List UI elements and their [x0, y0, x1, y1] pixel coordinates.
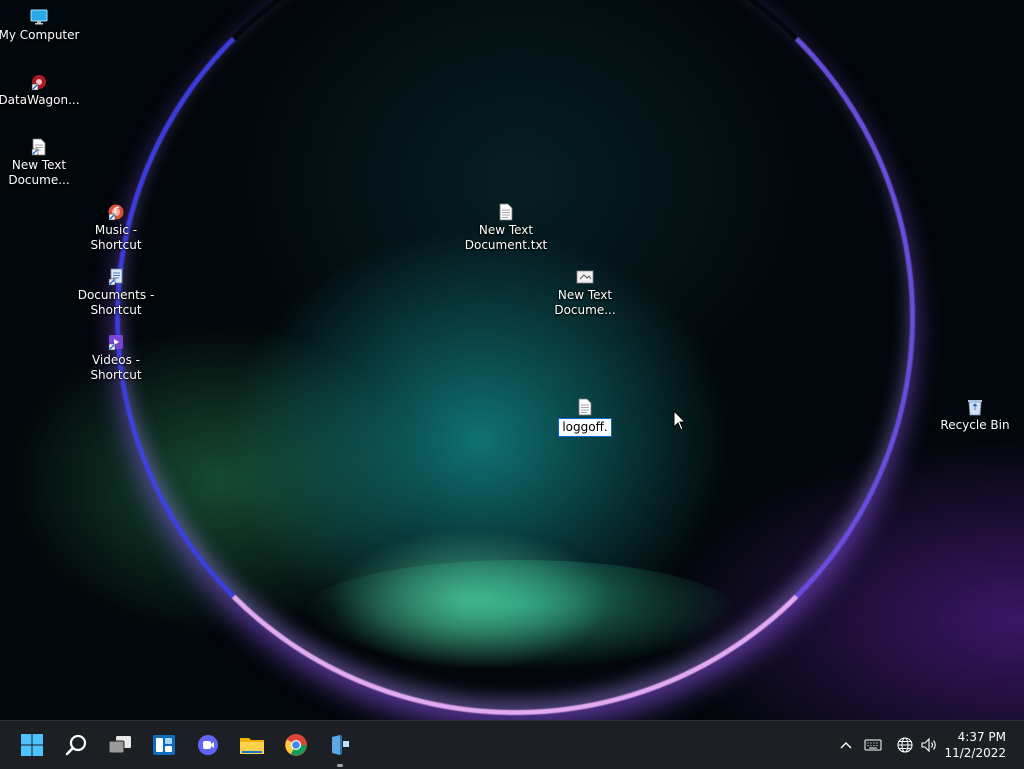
- windows-start-icon: [21, 734, 43, 756]
- desktop-icon-my-computer[interactable]: My Computer: [0, 6, 81, 43]
- clock-date: 11/2/2022: [944, 746, 1006, 760]
- show-hidden-icons-button[interactable]: [836, 735, 856, 755]
- icon-label: Music - Shortcut: [90, 223, 142, 252]
- icon-label: DataWagon...: [0, 93, 80, 107]
- text-document-shortcut-icon: [28, 136, 50, 158]
- icon-label: New Text Docume...: [554, 288, 616, 317]
- taskbar: 4:37 PM 11/2/2022: [0, 720, 1024, 769]
- text-document-image-icon: [574, 266, 596, 288]
- chrome-button[interactable]: [280, 729, 312, 761]
- text-document-icon: [495, 201, 517, 223]
- chat-icon: [198, 735, 218, 755]
- recycle-bin-icon: [964, 396, 986, 418]
- search-button[interactable]: [60, 729, 92, 761]
- desktop-icon-new-text-document-shortcut[interactable]: New Text Docume...: [0, 136, 81, 188]
- widgets-button[interactable]: [148, 729, 180, 761]
- monitor-icon: [28, 6, 50, 28]
- icon-label: Videos - Shortcut: [90, 353, 142, 382]
- search-icon: [65, 734, 87, 756]
- icon-label: New Text Document.txt: [464, 223, 548, 252]
- task-view-icon: [108, 736, 131, 754]
- chevron-up-icon: [840, 742, 852, 749]
- text-document-icon: [574, 396, 596, 418]
- network-button[interactable]: [895, 735, 915, 755]
- start-button[interactable]: [16, 729, 48, 761]
- datawagon-app-icon: [28, 71, 50, 93]
- chrome-icon: [285, 734, 307, 756]
- volume-button[interactable]: [919, 735, 939, 755]
- globe-icon: [897, 737, 913, 753]
- widgets-icon: [153, 735, 175, 755]
- speaker-icon: [921, 737, 936, 753]
- icon-label: Documents - Shortcut: [77, 288, 155, 317]
- desktop-icon-videos-shortcut[interactable]: Videos - Shortcut: [74, 331, 158, 383]
- icon-label: My Computer: [0, 28, 80, 42]
- desktop-icon-documents-shortcut[interactable]: Documents - Shortcut: [74, 266, 158, 318]
- clock[interactable]: 4:37 PM 11/2/2022: [944, 729, 1006, 761]
- file-explorer-icon: [240, 738, 264, 754]
- chat-button[interactable]: [192, 729, 224, 761]
- music-folder-icon: [105, 201, 127, 223]
- desktop-icon-renaming[interactable]: loggoff.: [543, 396, 627, 437]
- desktop-icon-recycle-bin[interactable]: Recycle Bin: [933, 396, 1017, 433]
- desktop-icon-new-text-document-image[interactable]: New Text Docume...: [543, 266, 627, 318]
- desktop-icon-datawagon[interactable]: DataWagon...: [0, 71, 81, 108]
- keyboard-icon: [864, 739, 882, 751]
- icon-label: Recycle Bin: [940, 418, 1010, 432]
- task-view-button[interactable]: [104, 729, 136, 761]
- documents-folder-icon: [105, 266, 127, 288]
- wallpaper-bloom-ring: [115, 0, 915, 715]
- videos-folder-icon: [105, 331, 127, 353]
- input-indicator-button[interactable]: [863, 735, 883, 755]
- running-indicator: [337, 764, 343, 767]
- rename-input[interactable]: loggoff.: [558, 418, 612, 437]
- app-running-icon: [332, 735, 349, 755]
- desktop[interactable]: My Computer DataWagon... New Text Docume…: [0, 0, 1024, 720]
- desktop-icon-music-shortcut[interactable]: Music - Shortcut: [74, 201, 158, 253]
- file-explorer-button[interactable]: [236, 729, 268, 761]
- icon-label: New Text Docume...: [8, 158, 70, 187]
- running-app-button[interactable]: [324, 729, 356, 767]
- mouse-cursor-icon: [673, 409, 687, 436]
- clock-time: 4:37 PM: [957, 730, 1006, 744]
- desktop-icon-new-text-document-txt[interactable]: New Text Document.txt: [464, 201, 548, 253]
